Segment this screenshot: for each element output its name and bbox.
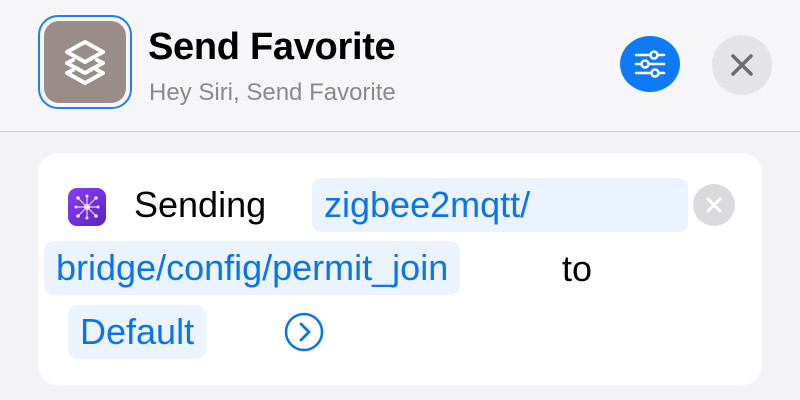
connector-text: to	[562, 248, 593, 289]
close-button[interactable]	[712, 35, 772, 95]
shortcuts-icon	[44, 21, 126, 103]
topic-token-line1[interactable]: zigbee2mqtt/	[312, 178, 688, 232]
chevron-right-circle-icon[interactable]	[283, 311, 325, 353]
shortcut-header: Send Favorite Hey Siri, Send Favorite	[0, 0, 800, 132]
shortcut-title[interactable]: Send Favorite	[148, 26, 396, 69]
close-icon	[731, 54, 753, 76]
topic-token-line2[interactable]: bridge/config/permit_join	[44, 241, 461, 295]
siri-phrase: Hey Siri, Send Favorite	[149, 79, 396, 106]
clear-icon	[706, 197, 722, 213]
value-token[interactable]: Default	[68, 305, 207, 359]
shortcut-icon-button[interactable]	[38, 15, 132, 109]
action-verb: Sending	[134, 184, 267, 225]
action-card: Sending zigbee2mqtt/ bridge/config/permi…	[38, 153, 762, 385]
clear-topic-button[interactable]	[693, 184, 735, 226]
zigbee-network-icon	[68, 188, 106, 226]
sliders-icon	[634, 50, 666, 78]
settings-button[interactable]	[620, 36, 680, 92]
